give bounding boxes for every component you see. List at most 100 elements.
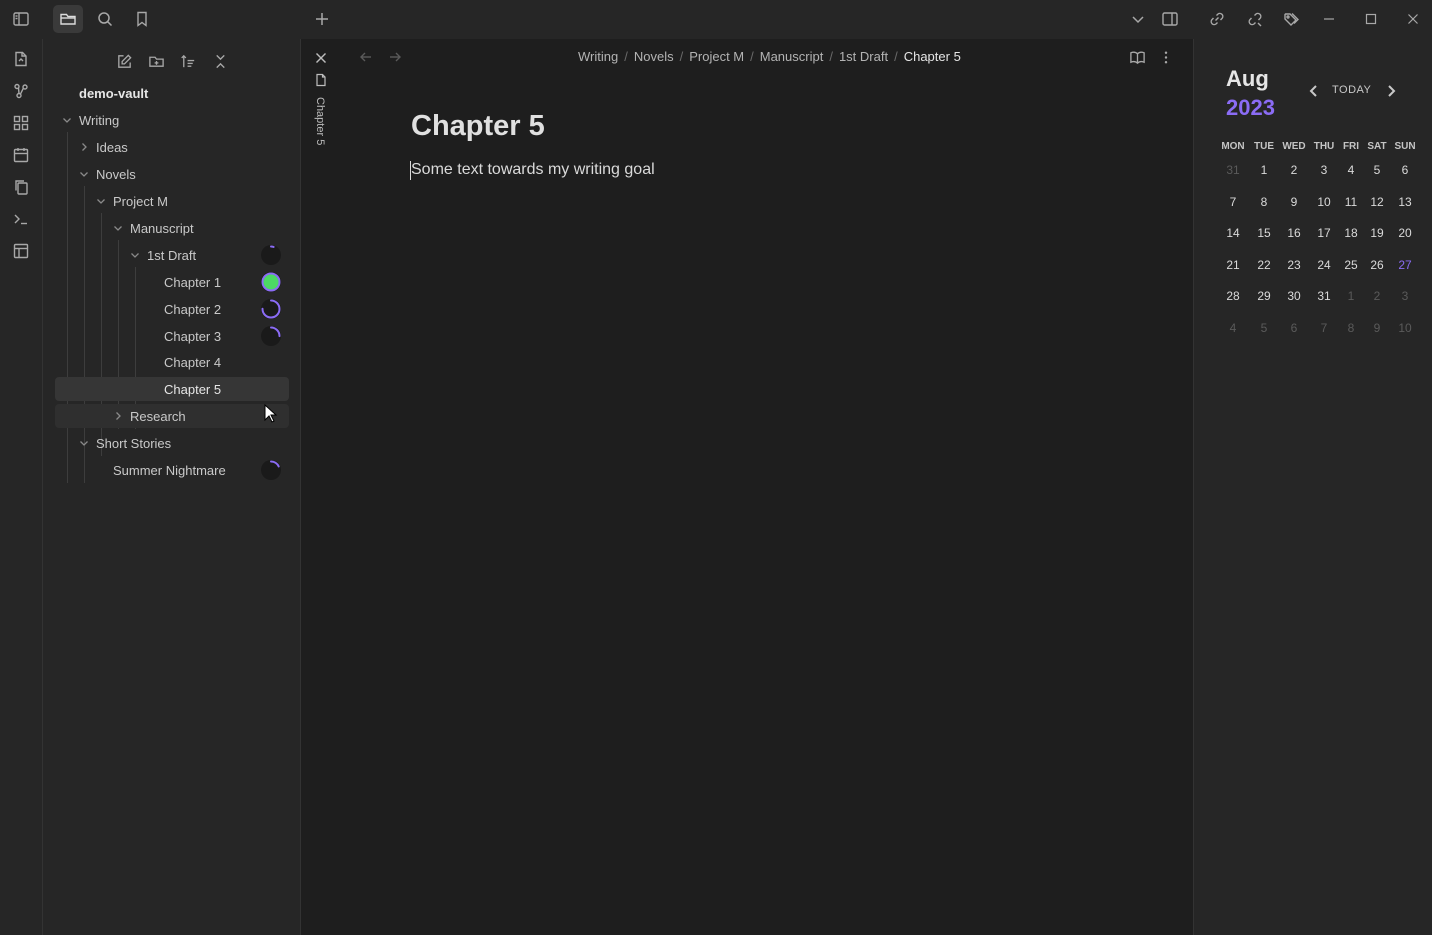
- tab-chapter-5[interactable]: Chapter 5: [314, 97, 326, 145]
- sort-icon[interactable]: [175, 49, 201, 73]
- more-options-icon[interactable]: [1159, 49, 1173, 67]
- collapse-all-icon[interactable]: [207, 49, 233, 73]
- calendar-day[interactable]: 30: [1279, 289, 1309, 303]
- calendar-day[interactable]: 2: [1362, 289, 1392, 303]
- calendar-day[interactable]: 20: [1390, 226, 1420, 240]
- calendar-day[interactable]: 13: [1390, 195, 1420, 209]
- calendar-day[interactable]: 24: [1309, 258, 1339, 272]
- search-icon[interactable]: [90, 5, 120, 33]
- calendar-day[interactable]: 28: [1218, 289, 1248, 303]
- breadcrumb-item[interactable]: Manuscript: [760, 49, 824, 64]
- breadcrumb-item[interactable]: Project M: [689, 49, 744, 64]
- calendar-day[interactable]: 19: [1362, 226, 1392, 240]
- bookmark-icon[interactable]: [127, 5, 157, 33]
- file-icon: [314, 73, 328, 87]
- chevron-down-icon[interactable]: [1123, 5, 1153, 33]
- calendar-day[interactable]: 2: [1279, 163, 1309, 177]
- back-arrow-icon[interactable]: [358, 49, 376, 67]
- calendar-day[interactable]: 5: [1249, 321, 1279, 335]
- breadcrumb-current[interactable]: Chapter 5: [904, 49, 961, 64]
- calendar-day[interactable]: 1: [1249, 163, 1279, 177]
- calendar-day[interactable]: 3: [1390, 289, 1420, 303]
- note-title[interactable]: Chapter 5: [411, 110, 545, 143]
- tree-label: Chapter 1: [164, 274, 222, 290]
- next-month-icon[interactable]: [1382, 82, 1400, 100]
- calendar-day[interactable]: 10: [1390, 321, 1420, 335]
- maximize-icon[interactable]: [1356, 5, 1386, 33]
- sidebar-toggle-icon[interactable]: [6, 5, 36, 33]
- breadcrumb-separator: /: [624, 49, 628, 64]
- tree-folder-manuscript[interactable]: Manuscript: [55, 216, 289, 240]
- vault-name[interactable]: demo-vault: [79, 86, 148, 101]
- text-caret: [410, 161, 411, 180]
- tree-file-chapter-1[interactable]: Chapter 1: [55, 270, 289, 294]
- editor-pane: Writing / Novels / Project M / Manuscrip…: [341, 39, 1193, 935]
- tree-file-summer-nightmare[interactable]: Summer Nightmare: [55, 458, 289, 482]
- reading-view-icon[interactable]: [1129, 49, 1147, 67]
- link-icon[interactable]: [1202, 5, 1232, 33]
- calendar-day[interactable]: 16: [1279, 226, 1309, 240]
- calendar-day[interactable]: 10: [1309, 195, 1339, 209]
- calendar-day[interactable]: 6: [1279, 321, 1309, 335]
- calendar-day[interactable]: 23: [1279, 258, 1309, 272]
- tree-folder-1st-draft[interactable]: 1st Draft: [55, 243, 289, 267]
- layout-icon[interactable]: [7, 237, 35, 265]
- calendar-day[interactable]: 29: [1249, 289, 1279, 303]
- calendar-day[interactable]: 31: [1309, 289, 1339, 303]
- calendar-day[interactable]: 9: [1279, 195, 1309, 209]
- tree-folder-ideas[interactable]: Ideas: [55, 135, 289, 159]
- calendar-weekday: THU: [1313, 141, 1335, 152]
- tree-file-chapter-4[interactable]: Chapter 4: [55, 350, 289, 374]
- calendar-day[interactable]: 15: [1249, 226, 1279, 240]
- calendar-day[interactable]: 3: [1309, 163, 1339, 177]
- calendar-day[interactable]: 12: [1362, 195, 1392, 209]
- plus-icon[interactable]: [307, 5, 337, 33]
- new-folder-icon[interactable]: [143, 49, 169, 73]
- tree-folder-project-m[interactable]: Project M: [55, 189, 289, 213]
- breadcrumb-item[interactable]: Writing: [578, 49, 618, 64]
- calendar-day[interactable]: 4: [1218, 321, 1248, 335]
- calendar-day[interactable]: 7: [1309, 321, 1339, 335]
- calendar-day[interactable]: 7: [1218, 195, 1248, 209]
- grid-icon[interactable]: [7, 109, 35, 137]
- note-body[interactable]: Some text towards my writing goal: [411, 161, 655, 179]
- tree-folder-short-stories[interactable]: Short Stories: [55, 431, 289, 455]
- terminal-icon[interactable]: [7, 205, 35, 233]
- calendar-day[interactable]: 26: [1362, 258, 1392, 272]
- graph-icon[interactable]: [7, 77, 35, 105]
- calendar-day[interactable]: 31: [1218, 163, 1248, 177]
- breadcrumb-item[interactable]: 1st Draft: [839, 49, 888, 64]
- close-tab-icon[interactable]: [313, 50, 329, 66]
- calendar-day[interactable]: 5: [1362, 163, 1392, 177]
- tree-file-chapter-5[interactable]: Chapter 5: [55, 377, 289, 401]
- copy-icon[interactable]: [7, 173, 35, 201]
- previous-month-icon[interactable]: [1305, 82, 1323, 100]
- calendar-day[interactable]: 27: [1390, 258, 1420, 272]
- calendar-weekday: WED: [1282, 141, 1306, 152]
- calendar-day[interactable]: 21: [1218, 258, 1248, 272]
- forward-arrow-icon[interactable]: [387, 49, 405, 67]
- calendar-day[interactable]: 9: [1362, 321, 1392, 335]
- calendar-icon[interactable]: [7, 141, 35, 169]
- tags-icon[interactable]: [1277, 5, 1307, 33]
- tree-file-chapter-3[interactable]: Chapter 3: [55, 324, 289, 348]
- tree-folder-writing[interactable]: Writing: [55, 108, 289, 132]
- unlink-icon[interactable]: [1240, 5, 1270, 33]
- file-icon[interactable]: [7, 45, 35, 73]
- folder-icon[interactable]: [53, 5, 83, 33]
- breadcrumb-item[interactable]: Novels: [634, 49, 674, 64]
- minimize-icon[interactable]: [1314, 5, 1344, 33]
- tree-file-chapter-2[interactable]: Chapter 2: [55, 297, 289, 321]
- close-icon[interactable]: [1398, 5, 1428, 33]
- calendar-day[interactable]: 8: [1249, 195, 1279, 209]
- mouse-cursor-icon: [264, 404, 278, 423]
- calendar-day[interactable]: 22: [1249, 258, 1279, 272]
- tree-folder-research[interactable]: Research: [55, 404, 289, 428]
- tree-folder-novels[interactable]: Novels: [55, 162, 289, 186]
- calendar-day[interactable]: 17: [1309, 226, 1339, 240]
- calendar-day[interactable]: 6: [1390, 163, 1420, 177]
- calendar-day[interactable]: 14: [1218, 226, 1248, 240]
- today-button[interactable]: TODAY: [1332, 84, 1371, 96]
- new-note-icon[interactable]: [111, 49, 137, 73]
- right-sidebar-toggle-icon[interactable]: [1155, 5, 1185, 33]
